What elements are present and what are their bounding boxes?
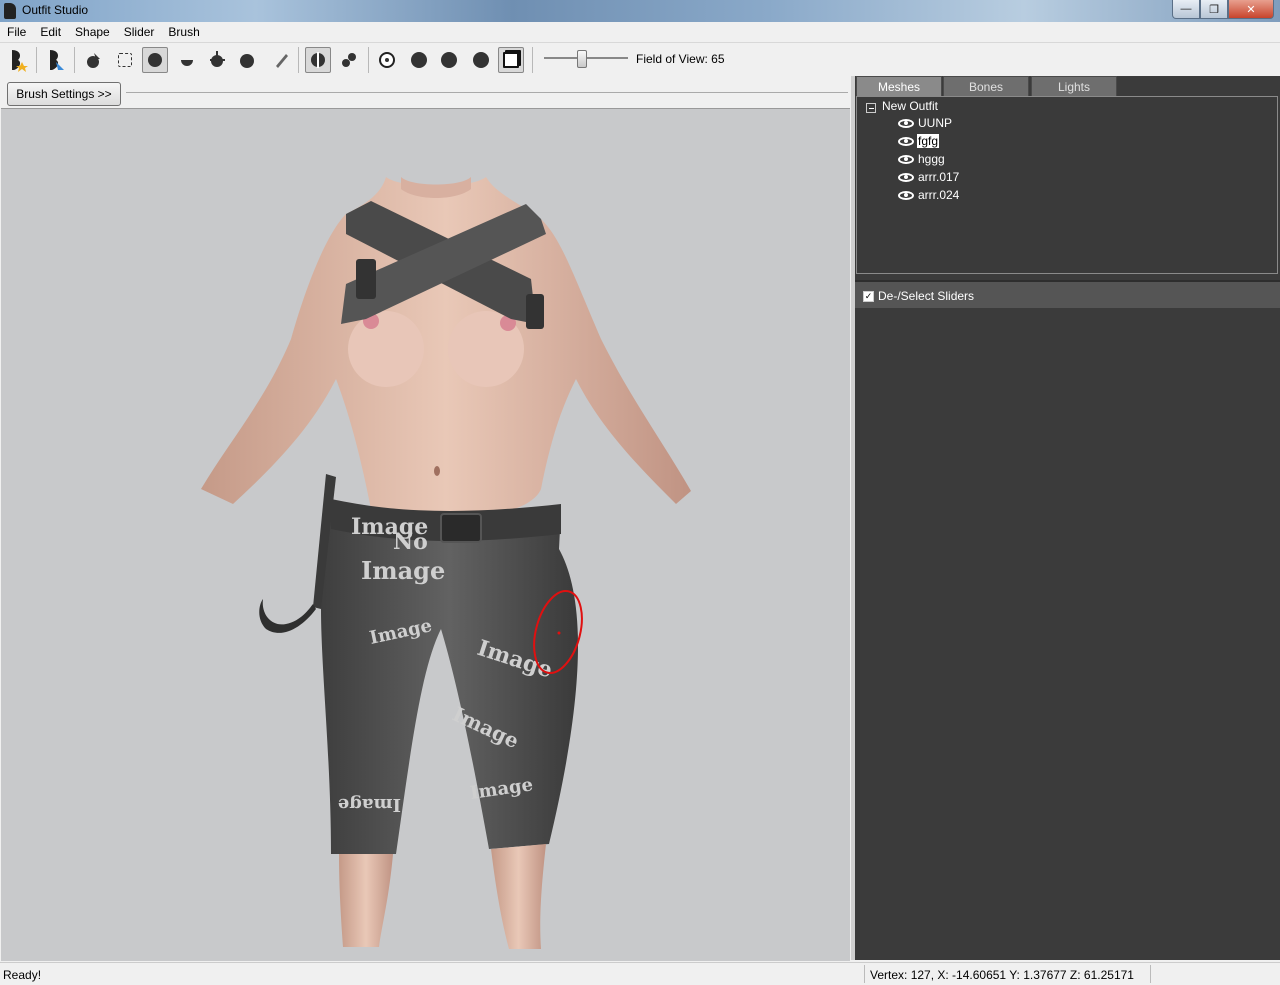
mesh-label: fgfg (917, 134, 940, 148)
mesh-label: arrr.017 (918, 170, 960, 184)
tree-root-label[interactable]: New Outfit (882, 99, 938, 113)
x-mirror-button[interactable] (305, 47, 331, 73)
smooth-brush-button[interactable] (234, 47, 260, 73)
restore-button[interactable]: ❐ (1200, 0, 1228, 19)
pointer-icon (87, 53, 100, 68)
texture-text: Image (338, 794, 401, 815)
mesh-item[interactable]: UUNP (898, 115, 953, 131)
status-text: Ready! (3, 968, 42, 982)
mesh-label: arrr.024 (918, 188, 960, 202)
view-left-icon (441, 52, 457, 68)
deflate-brush-button[interactable] (174, 47, 200, 73)
vertex-readout: Vertex: 127, X: -14.60651 Y: 1.37677 Z: … (870, 968, 1134, 982)
move-icon (210, 51, 225, 67)
texture-text: Image (361, 556, 445, 585)
pencil-icon (276, 54, 288, 68)
tab-bones[interactable]: Bones (943, 76, 1029, 97)
inflate-brush-button[interactable] (142, 47, 168, 73)
menu-file[interactable]: File (0, 25, 33, 39)
tab-lights[interactable]: Lights (1031, 76, 1117, 97)
view-front-button[interactable] (374, 47, 400, 73)
title-bar: Outfit Studio — ❐ ✕ (0, 0, 1280, 22)
select-sliders-checkbox[interactable]: ✓ (863, 290, 874, 302)
eye-icon[interactable] (898, 172, 914, 182)
window-title: Outfit Studio (22, 3, 89, 17)
status-bar: Ready! Vertex: 127, X: -14.60651 Y: 1.37… (0, 962, 1280, 985)
menu-slider[interactable]: Slider (117, 25, 162, 39)
mirror-icon (311, 52, 325, 68)
connected-icon (342, 53, 356, 67)
select-brush-button[interactable] (80, 47, 106, 73)
model-render: Image No Image Image Image Image Image I… (201, 177, 691, 949)
sliders-list (855, 308, 1280, 960)
texture-text: Image (351, 514, 428, 540)
select-sliders-label[interactable]: De-/Select Sliders (878, 289, 974, 303)
mesh-item[interactable]: fgfg (898, 133, 940, 149)
view-front-icon (379, 52, 395, 68)
mesh-label: UUNP (918, 116, 953, 130)
mesh-item[interactable]: arrr.017 (898, 169, 960, 185)
menu-brush[interactable]: Brush (161, 25, 206, 39)
app-icon (4, 3, 16, 19)
mask-icon (118, 53, 132, 67)
connected-only-button[interactable] (336, 47, 362, 73)
view-right-button[interactable] (468, 47, 494, 73)
3d-viewport[interactable]: Image No Image Image Image Image Image I… (1, 108, 850, 961)
weight-brush-button[interactable] (268, 47, 294, 73)
eye-icon[interactable] (898, 190, 914, 200)
load-outfit-button[interactable] (42, 47, 68, 73)
view-left-button[interactable] (436, 47, 462, 73)
mesh-item[interactable]: hggg (898, 151, 946, 167)
mesh-label: hggg (918, 152, 945, 166)
body-star-icon (12, 50, 28, 72)
fov-slider-thumb[interactable] (577, 50, 587, 68)
minimize-button[interactable]: — (1172, 0, 1200, 19)
mesh-item[interactable]: arrr.024 (898, 187, 960, 203)
load-reference-button[interactable] (4, 47, 30, 73)
brush-divider (126, 92, 848, 93)
eye-icon[interactable] (898, 118, 914, 128)
mask-brush-button[interactable] (112, 47, 138, 73)
inflate-icon (148, 53, 162, 67)
window-controls: — ❐ ✕ (1172, 0, 1274, 19)
fov-label: Field of View: 65 (636, 52, 725, 66)
eye-icon[interactable] (898, 136, 914, 146)
menu-bar: File Edit Shape Slider Brush (0, 22, 1280, 42)
menu-edit[interactable]: Edit (33, 25, 68, 39)
outfit-icon (50, 50, 64, 70)
deflate-icon (181, 60, 193, 66)
perspective-button[interactable] (498, 47, 524, 73)
move-brush-button[interactable] (204, 47, 230, 73)
close-button[interactable]: ✕ (1228, 0, 1274, 19)
sliders-header: ✓ De-/Select Sliders (855, 280, 1280, 310)
menu-shape[interactable]: Shape (68, 25, 117, 39)
view-back-icon (411, 52, 427, 68)
tab-meshes[interactable]: Meshes (856, 76, 942, 97)
view-right-icon (473, 52, 489, 68)
collapse-toggle[interactable] (866, 103, 876, 113)
smooth-icon (240, 54, 254, 68)
cube-icon (503, 52, 519, 68)
eye-icon[interactable] (898, 154, 914, 164)
view-back-button[interactable] (406, 47, 432, 73)
brush-settings-button[interactable]: Brush Settings >> (7, 82, 121, 106)
